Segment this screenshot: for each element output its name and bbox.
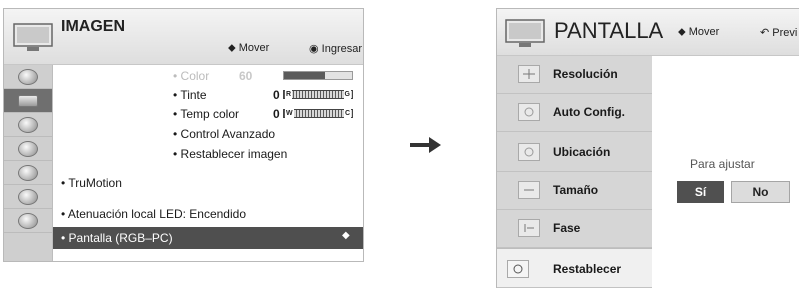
- pantalla-menu-header: PANTALLA ⬥ Mover ↶ Previ: [497, 9, 799, 56]
- position-item[interactable]: Ubicación: [497, 132, 652, 172]
- advanced-control-item[interactable]: • Control Avanzado: [173, 127, 275, 141]
- enter-hint: ◉ Ingresar: [309, 43, 363, 55]
- move-hint: ⬥ Mover: [228, 42, 270, 54]
- adjust-label: Para ajustar: [690, 157, 755, 171]
- back-icon: ↶: [760, 27, 770, 39]
- tv-icon: [505, 19, 545, 47]
- color-temp-slider[interactable]: W C: [283, 109, 353, 118]
- no-button[interactable]: No: [731, 181, 790, 203]
- ok-button-icon: ◉: [309, 43, 319, 55]
- menu-title: PANTALLA: [554, 18, 664, 43]
- adjust-panel: Para ajustar Sí No: [653, 56, 799, 288]
- pantalla-menu: PANTALLA ⬥ Mover ↶ Previ Resolución Auto…: [496, 8, 799, 288]
- resolution-item[interactable]: Resolución: [497, 56, 652, 94]
- size-item[interactable]: Tamaño: [497, 172, 652, 210]
- right-arrow-icon: [410, 137, 441, 153]
- tint-value: 0: [273, 88, 280, 102]
- auto-config-icon: [518, 103, 540, 121]
- color-value: 60: [239, 69, 253, 83]
- tint-item[interactable]: • Tinte: [173, 88, 207, 102]
- reset-icon: [507, 260, 529, 278]
- enter-arrow-icon: ◆: [342, 230, 350, 241]
- imagen-items: • Color 60 • Tinte 0 R G • Temp color 0 …: [53, 65, 363, 261]
- auto-config-item[interactable]: Auto Config.: [497, 94, 652, 132]
- move-arrows-icon: ⬥: [228, 42, 236, 54]
- reset-picture-item[interactable]: • Restablecer imagen: [173, 147, 287, 161]
- local-dimming-item[interactable]: • Atenuación local LED: Encendido: [61, 207, 246, 221]
- previous-hint: ↶ Previ: [760, 27, 798, 39]
- category-sidebar: [4, 65, 53, 261]
- size-icon: [518, 181, 540, 199]
- lock-icon[interactable]: [4, 161, 52, 185]
- trumotion-item[interactable]: • TruMotion: [61, 176, 122, 190]
- screen-rgb-pc-item[interactable]: • Pantalla (RGB–PC) ◆: [53, 227, 363, 249]
- yes-button[interactable]: Sí: [677, 181, 724, 203]
- tv-icon: [13, 23, 53, 51]
- screen-icon[interactable]: [4, 89, 52, 113]
- imagen-menu: IMAGEN ⬥ Mover ◉ Ingresar • Color 60 • T…: [3, 8, 364, 262]
- color-temp-value: 0: [273, 107, 280, 121]
- audio-icon[interactable]: [4, 113, 52, 137]
- time-icon[interactable]: [4, 137, 52, 161]
- color-temp-item[interactable]: • Temp color: [173, 107, 239, 121]
- color-item[interactable]: • Color: [173, 69, 209, 83]
- move-arrows-icon: ⬥: [678, 26, 686, 38]
- phase-icon: [518, 219, 540, 237]
- network-icon[interactable]: [4, 209, 52, 233]
- imagen-menu-header: IMAGEN ⬥ Mover ◉ Ingresar: [4, 9, 363, 65]
- tint-slider[interactable]: R G: [283, 90, 353, 99]
- resolution-icon: [518, 65, 540, 83]
- option-icon[interactable]: [4, 185, 52, 209]
- color-slider[interactable]: [283, 71, 353, 80]
- menu-title: IMAGEN: [61, 18, 125, 35]
- reset-item[interactable]: Restablecer: [497, 248, 652, 288]
- position-icon: [518, 143, 540, 161]
- picture-icon[interactable]: [4, 65, 52, 89]
- phase-item[interactable]: Fase: [497, 210, 652, 248]
- move-hint: ⬥ Mover: [678, 26, 720, 38]
